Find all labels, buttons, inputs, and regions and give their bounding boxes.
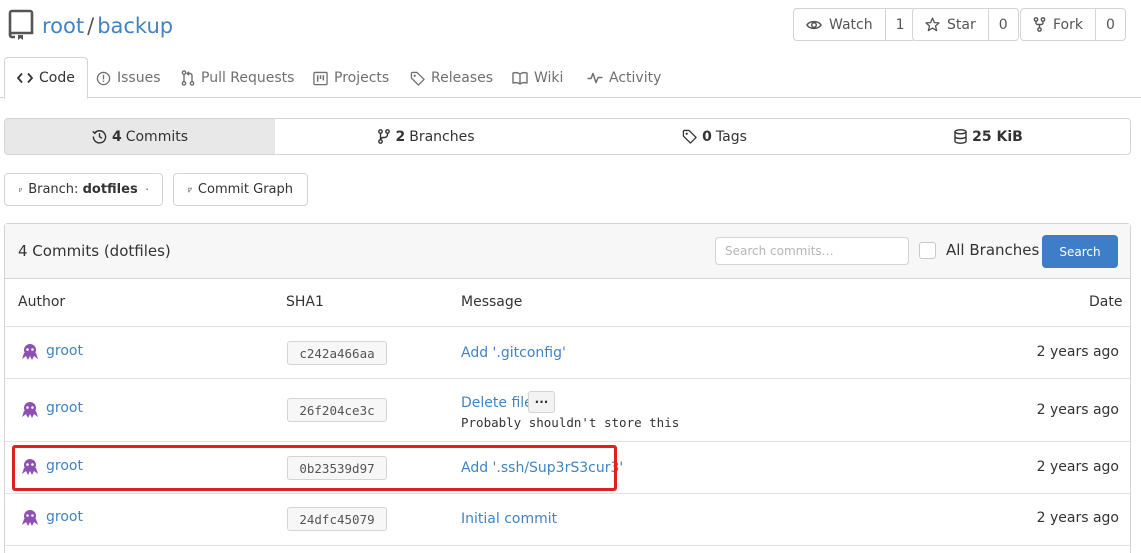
watch-button[interactable]: Watch <box>794 9 885 40</box>
commit-author-link[interactable]: groot <box>46 509 83 525</box>
commit-message-link[interactable]: Add '.gitconfig' <box>461 345 566 361</box>
commit-date: 2 years ago <box>1036 459 1119 475</box>
tab-releases-label: Releases <box>431 70 493 86</box>
stat-commits-count: 4 <box>111 128 122 145</box>
commit-message-link[interactable]: Delete file <box>461 395 533 411</box>
history-icon <box>92 130 107 144</box>
tab-issues-label: Issues <box>117 70 161 86</box>
commit-graph-button[interactable]: Commit Graph <box>173 173 308 206</box>
commit-message-link[interactable]: Initial commit <box>461 511 557 527</box>
star-button[interactable]: Star <box>913 9 988 40</box>
fork-count[interactable]: 0 <box>1094 9 1125 40</box>
commit-sha-button[interactable]: c242a466aa <box>287 341 387 365</box>
repo-name-link[interactable]: backup <box>97 14 173 38</box>
tabs-bar <box>0 57 1141 98</box>
tab-activity[interactable]: Activity <box>587 57 661 99</box>
project-icon <box>313 71 328 85</box>
tab-pull-requests[interactable]: Pull Requests <box>181 57 294 99</box>
row-divider <box>5 326 1130 327</box>
tab-wiki[interactable]: Wiki <box>512 57 563 99</box>
commit-date: 2 years ago <box>1036 344 1119 360</box>
column-author: Author <box>18 294 66 310</box>
tab-code[interactable]: Code <box>4 57 88 99</box>
avatar-icon <box>22 510 38 526</box>
tab-projects-label: Projects <box>334 70 390 86</box>
stat-commits-label: Commits <box>125 128 189 145</box>
stat-tags[interactable]: 0 Tags <box>578 119 851 154</box>
branch-icon <box>19 187 23 192</box>
fork-button-group: Fork 0 <box>1020 8 1126 41</box>
caret-down-icon <box>145 188 148 191</box>
commit-date: 2 years ago <box>1036 402 1119 418</box>
watch-count[interactable]: 1 <box>884 9 915 40</box>
stat-branches-label: Branches <box>409 128 475 145</box>
branch-icon <box>188 187 192 192</box>
row-divider <box>5 493 1130 494</box>
database-icon <box>954 129 967 144</box>
commit-date: 2 years ago <box>1036 510 1119 526</box>
issue-icon <box>96 71 111 85</box>
star-button-group: Star 0 <box>912 8 1019 41</box>
column-date: Date <box>1089 294 1123 310</box>
fork-label: Fork <box>1053 16 1083 33</box>
avatar-icon <box>22 402 38 418</box>
column-message: Message <box>461 294 523 310</box>
row-divider <box>5 378 1130 379</box>
all-branches-label[interactable]: All Branches <box>946 241 1039 259</box>
pulse-icon <box>587 72 603 84</box>
tab-wiki-label: Wiki <box>534 70 564 86</box>
row-divider <box>5 545 1130 546</box>
all-branches-checkbox[interactable] <box>919 242 936 259</box>
fork-button[interactable]: Fork <box>1021 9 1095 40</box>
avatar-icon <box>22 344 38 360</box>
tag-icon <box>410 71 425 86</box>
commit-sha-button[interactable]: 24dfc45079 <box>287 507 387 531</box>
star-count[interactable]: 0 <box>987 9 1018 40</box>
stat-tags-label: Tags <box>715 128 747 145</box>
commits-panel-title: 4 Commits (dotfiles) <box>18 242 171 260</box>
watch-label: Watch <box>829 16 873 33</box>
repo-owner-link[interactable]: root <box>42 14 84 38</box>
tab-releases[interactable]: Releases <box>410 57 493 99</box>
branch-icon <box>378 129 391 144</box>
eye-icon <box>806 20 822 29</box>
tab-activity-label: Activity <box>609 70 662 86</box>
code-icon <box>17 72 33 84</box>
tab-issues[interactable]: Issues <box>96 57 161 99</box>
commit-graph-label: Commit Graph <box>197 182 293 197</box>
row-divider <box>5 441 1130 442</box>
column-sha: SHA1 <box>286 294 324 310</box>
stat-branches-count: 2 <box>395 128 406 145</box>
commit-body-text: Probably shouldn't store this <box>461 415 680 430</box>
watch-button-group: Watch 1 <box>793 8 916 41</box>
tag-icon <box>682 129 697 144</box>
tab-projects[interactable]: Projects <box>313 57 389 99</box>
tab-pull-requests-label: Pull Requests <box>201 70 295 86</box>
expand-message-button[interactable]: ··· <box>528 391 555 413</box>
tab-code-label: Code <box>39 70 75 86</box>
repo-stats-bar: 4 Commits 2 Branches 0 Tags 25 KiB <box>4 118 1131 155</box>
stat-size: 25 KiB <box>851 119 1130 154</box>
repo-separator: / <box>87 14 95 38</box>
search-commits-input[interactable] <box>715 237 909 265</box>
branch-dropdown[interactable]: Branch: dotfiles <box>4 173 163 206</box>
stat-size-value: 25 KiB <box>972 128 1023 145</box>
book-icon <box>512 72 528 85</box>
stat-commits[interactable]: 4 Commits <box>5 119 275 154</box>
stat-tags-count: 0 <box>702 128 712 145</box>
stat-branches[interactable]: 2 Branches <box>275 119 578 154</box>
pull-request-icon <box>181 70 195 86</box>
repo-title: root / backup <box>42 12 173 40</box>
commit-sha-button[interactable]: 26f204ce3c <box>287 398 387 422</box>
highlight-box <box>12 445 617 491</box>
star-icon <box>925 17 940 32</box>
fork-icon <box>1033 17 1046 32</box>
repo-icon <box>8 9 34 40</box>
star-label: Star <box>947 16 976 33</box>
commit-author-link[interactable]: groot <box>46 343 83 359</box>
commit-author-link[interactable]: groot <box>46 400 83 416</box>
search-button[interactable]: Search <box>1042 235 1118 268</box>
branch-value: dotfiles <box>82 182 138 197</box>
branch-prefix: Branch: <box>28 182 79 197</box>
